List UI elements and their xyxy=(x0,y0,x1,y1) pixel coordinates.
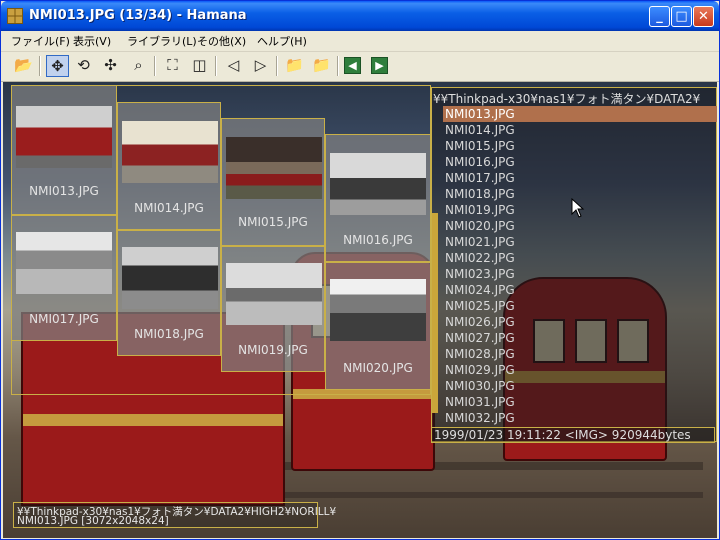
menu-file[interactable]: ファイル(F) xyxy=(11,33,70,49)
pan-icon[interactable]: ✣ xyxy=(99,55,122,77)
magnifier-icon[interactable]: ⌕ xyxy=(127,55,150,77)
thumbnail-image xyxy=(330,279,426,341)
thumbnail-image xyxy=(16,232,112,294)
file-list-item[interactable]: NMI015.JPG xyxy=(443,138,717,154)
file-list-item[interactable]: NMI030.JPG xyxy=(443,378,717,394)
thumbnail-cell[interactable]: NMI013.JPG xyxy=(11,85,117,215)
toolbar-separator xyxy=(39,56,41,76)
thumbnail-cell[interactable]: NMI016.JPG xyxy=(325,134,431,262)
maximize-button[interactable]: □ xyxy=(671,6,692,27)
file-list-item[interactable]: NMI025.JPG xyxy=(443,298,717,314)
menu-other[interactable]: その他(X) xyxy=(197,33,246,49)
thumbnail-label: NMI013.JPG xyxy=(29,184,99,198)
prev-arrow-icon[interactable]: ◁ xyxy=(222,55,245,77)
toolbar: 📂 ✥ ⟲ ✣ ⌕ ⛶ ◫ ◁ ▷ 📁 📁 ◀ ▶ xyxy=(1,52,719,82)
back-icon[interactable]: ◀ xyxy=(341,55,364,77)
file-list-item[interactable]: NMI032.JPG xyxy=(443,410,717,426)
close-button[interactable]: ✕ xyxy=(693,6,714,27)
app-window: NMI013.JPG (13/34) - Hamana _ □ ✕ ファイル(F… xyxy=(0,0,720,540)
file-list: NMI013.JPG NMI014.JPG NMI015.JPG NMI016.JPG… xyxy=(443,106,717,426)
file-list-item[interactable]: NMI021.JPG xyxy=(443,234,717,250)
file-list-item[interactable]: NMI024.JPG xyxy=(443,282,717,298)
file-list-item[interactable]: NMI027.JPG xyxy=(443,330,717,346)
file-list-item[interactable]: NMI031.JPG xyxy=(443,394,717,410)
folder-next-icon[interactable]: 📁 xyxy=(310,55,333,77)
file-list-item[interactable]: NMI028.JPG xyxy=(443,346,717,362)
thumbnail-label: NMI018.JPG xyxy=(134,327,204,341)
thumbnail-label: NMI015.JPG xyxy=(238,215,308,229)
list-scrollbar[interactable] xyxy=(432,213,438,413)
thumbnail-label: NMI016.JPG xyxy=(343,233,413,247)
thumbnail-image xyxy=(226,137,322,199)
file-list-item[interactable]: NMI016.JPG xyxy=(443,154,717,170)
two-page-icon[interactable]: ◫ xyxy=(188,55,211,77)
file-list-item[interactable]: NMI022.JPG xyxy=(443,250,717,266)
app-icon[interactable] xyxy=(7,8,23,24)
next-arrow-icon[interactable]: ▷ xyxy=(249,55,272,77)
thumbnail-cell[interactable]: NMI015.JPG xyxy=(221,118,325,246)
status-box: ¥¥Thinkpad-x30¥nas1¥フォト満タン¥DATA2¥HIGH2¥N… xyxy=(13,502,336,528)
file-info: 1999/01/23 19:11:22 <IMG> 920944bytes xyxy=(431,427,715,443)
image-view[interactable]: NMI013.JPG NMI014.JPG NMI015.JPG NMI016.… xyxy=(3,82,717,538)
toolbar-separator xyxy=(276,56,278,76)
mouse-cursor-icon xyxy=(571,197,585,222)
toolbar-separator xyxy=(215,56,217,76)
thumbnail-image xyxy=(16,106,112,168)
toolbar-separator xyxy=(337,56,339,76)
file-list-item[interactable]: NMI026.JPG xyxy=(443,314,717,330)
file-list-item[interactable]: NMI014.JPG xyxy=(443,122,717,138)
move-icon[interactable]: ✥ xyxy=(46,55,69,77)
menu-library[interactable]: ライブラリ(L) xyxy=(127,33,197,49)
thumbnail-image xyxy=(226,263,322,325)
file-list-item[interactable]: NMI029.JPG xyxy=(443,362,717,378)
thumbnail-cell[interactable]: NMI019.JPG xyxy=(221,246,325,372)
file-list-item[interactable]: NMI017.JPG xyxy=(443,170,717,186)
thumbnail-image xyxy=(122,247,218,309)
toolbar-separator xyxy=(154,56,156,76)
menu-view[interactable]: 表示(V) xyxy=(73,33,111,49)
menu-help[interactable]: ヘルプ(H) xyxy=(257,33,307,49)
thumbnail-image xyxy=(122,121,218,183)
minimize-button[interactable]: _ xyxy=(649,6,670,27)
title-bar[interactable]: NMI013.JPG (13/34) - Hamana _ □ ✕ xyxy=(1,1,719,31)
thumbnail-image xyxy=(330,153,426,215)
folder-prev-icon[interactable]: 📁 xyxy=(283,55,306,77)
fit-window-icon[interactable]: ⛶ xyxy=(161,55,184,77)
menu-bar: ファイル(F) 表示(V) ライブラリ(L) その他(X) ヘルプ(H) xyxy=(1,31,719,52)
status-file: NMI013.JPG [3072x2048x24] xyxy=(17,515,169,527)
thumbnail-cell[interactable]: NMI014.JPG xyxy=(117,102,221,230)
file-list-item[interactable]: NMI023.JPG xyxy=(443,266,717,282)
forward-icon[interactable]: ▶ xyxy=(368,55,391,77)
thumbnail-label: NMI017.JPG xyxy=(29,312,99,326)
thumbnail-cell[interactable]: NMI017.JPG xyxy=(11,215,117,341)
thumbnail-label: NMI020.JPG xyxy=(343,361,413,375)
thumbnail-cell[interactable]: NMI018.JPG xyxy=(117,230,221,356)
window-title: NMI013.JPG (13/34) - Hamana xyxy=(29,8,247,23)
rotate-icon[interactable]: ⟲ xyxy=(72,55,95,77)
thumbnail-label: NMI019.JPG xyxy=(238,343,308,357)
open-folder-icon[interactable]: 📂 xyxy=(12,55,35,77)
thumbnail-cell[interactable]: NMI020.JPG xyxy=(325,262,431,390)
file-list-item[interactable]: NMI013.JPG xyxy=(443,106,717,122)
thumbnail-label: NMI014.JPG xyxy=(134,201,204,215)
folder-path: ¥¥Thinkpad-x30¥nas1¥フォト満タン¥DATA2¥ xyxy=(433,92,701,106)
